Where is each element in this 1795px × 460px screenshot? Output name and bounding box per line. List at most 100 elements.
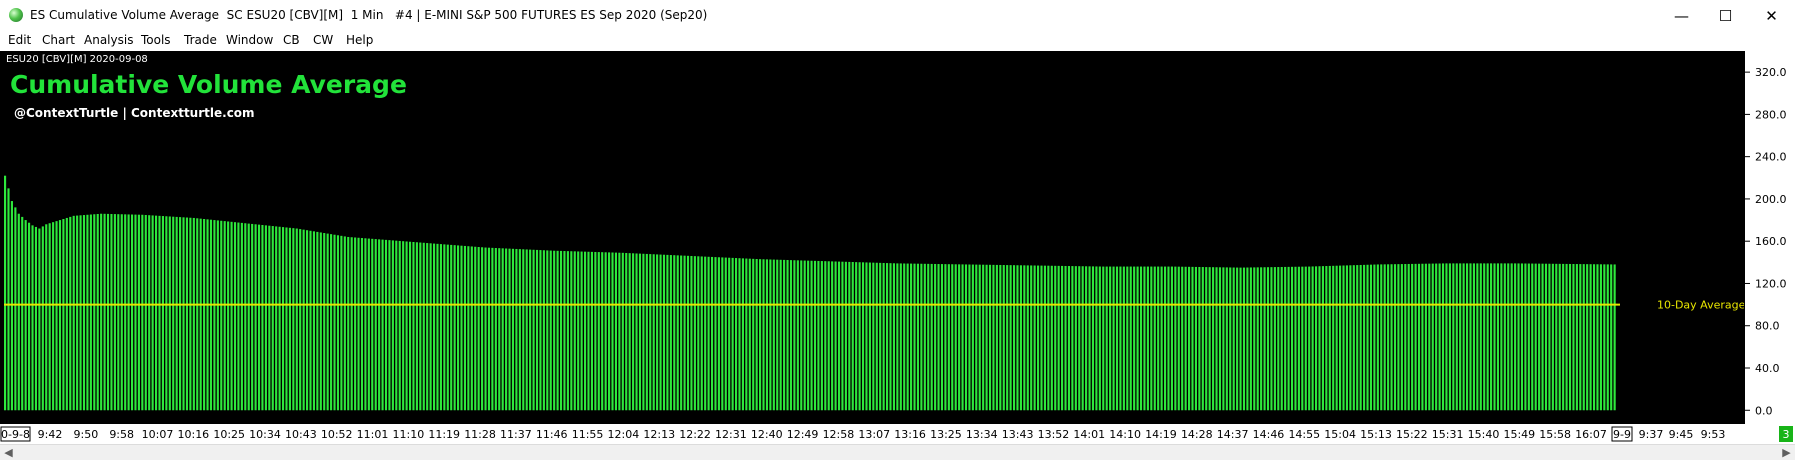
scroll-left-icon[interactable]: ◀ bbox=[0, 445, 17, 460]
volume-bar bbox=[76, 215, 79, 411]
volume-bar bbox=[844, 261, 847, 411]
volume-bar bbox=[765, 259, 769, 411]
volume-bar bbox=[886, 263, 889, 411]
volume-bar bbox=[113, 214, 116, 411]
volume-bar bbox=[1500, 263, 1503, 411]
volume-bar bbox=[542, 250, 545, 411]
chart-region[interactable]: ESU20 [CBV][M] 2020-09-08 Cumulative Vol… bbox=[0, 51, 1746, 424]
volume-bar bbox=[1109, 266, 1112, 411]
volume-bar bbox=[1215, 267, 1218, 411]
volume-bar bbox=[453, 245, 456, 411]
volume-bar bbox=[621, 252, 624, 411]
volume-bar bbox=[1229, 267, 1232, 411]
time-tick-label: 14:28 bbox=[1181, 428, 1213, 441]
volume-bar bbox=[7, 188, 10, 411]
volume-bar bbox=[1270, 267, 1273, 411]
volume-bar bbox=[281, 227, 285, 411]
volume-bar bbox=[577, 251, 580, 411]
time-scale[interactable]: 0-9-8 9:42 9:50 9:58 10:07 10:16 10:25 10:34 10:… bbox=[0, 424, 1795, 444]
volume-bar bbox=[522, 249, 525, 411]
volume-bar bbox=[930, 263, 933, 411]
volume-bar bbox=[1397, 264, 1400, 411]
volume-bar bbox=[1163, 266, 1167, 411]
volume-bar bbox=[690, 255, 693, 411]
volume-bar bbox=[1503, 263, 1506, 411]
volume-bar bbox=[1167, 266, 1170, 411]
volume-bar bbox=[209, 219, 213, 411]
menu-bar: Edit Chart Analysis Tools Trade Window C… bbox=[0, 31, 1795, 51]
volume-bar bbox=[1242, 267, 1246, 411]
volume-bar bbox=[927, 263, 930, 411]
menu-tools[interactable]: Tools bbox=[141, 33, 171, 47]
volume-bar bbox=[697, 256, 700, 411]
scroll-right-icon[interactable]: ▶ bbox=[1778, 445, 1795, 460]
volume-bar bbox=[237, 222, 240, 411]
volume-bar bbox=[1054, 265, 1057, 411]
time-tick-label: 15:13 bbox=[1360, 428, 1392, 441]
volume-bar bbox=[165, 216, 168, 411]
volume-bar bbox=[721, 257, 724, 411]
volume-bar bbox=[1170, 266, 1173, 411]
volume-bar bbox=[1462, 263, 1465, 411]
volume-bar bbox=[323, 233, 326, 411]
volume-bar bbox=[666, 254, 669, 411]
volume-bar bbox=[326, 233, 329, 411]
menu-analysis[interactable]: Analysis bbox=[84, 33, 133, 47]
volume-bar bbox=[800, 260, 803, 411]
menu-trade[interactable]: Trade bbox=[184, 33, 217, 47]
volume-bar bbox=[1191, 266, 1194, 411]
volume-bar bbox=[72, 215, 75, 411]
chart-canvas[interactable]: ESU20 [CBV][M] 2020-09-08 Cumulative Vol… bbox=[0, 51, 1746, 424]
time-tick-label: 9:53 bbox=[1701, 428, 1726, 441]
volume-bar bbox=[724, 257, 727, 411]
horizontal-scrollbar[interactable]: ◀ ▶ bbox=[0, 444, 1795, 460]
volume-bar bbox=[1527, 263, 1530, 411]
volume-bar bbox=[1314, 266, 1318, 411]
menu-cb[interactable]: CB bbox=[283, 33, 300, 47]
time-tick-label: 9:37 bbox=[1639, 428, 1664, 441]
window-title-bar: ES Cumulative Volume Average SC ESU20 [C… bbox=[0, 0, 1795, 31]
price-scale[interactable]: 320.0 280.0 240.0 200.0 160.0 120.0 80.0 40.0 0.… bbox=[1744, 51, 1795, 424]
volume-bar bbox=[1061, 265, 1064, 411]
time-tick-label: 9:50 bbox=[73, 428, 98, 441]
volume-bar bbox=[477, 247, 480, 411]
close-button[interactable]: ✕ bbox=[1749, 0, 1794, 31]
volume-bar bbox=[278, 226, 281, 411]
volume-bar bbox=[728, 257, 731, 411]
maximize-button[interactable]: ☐ bbox=[1703, 0, 1748, 31]
volume-bar bbox=[834, 261, 837, 411]
volume-bar bbox=[1455, 263, 1458, 411]
minimize-button[interactable]: — bbox=[1659, 0, 1704, 31]
volume-bar bbox=[62, 219, 65, 411]
volume-bar bbox=[288, 227, 291, 411]
volume-bar bbox=[1019, 265, 1022, 411]
volume-bar bbox=[604, 252, 607, 411]
volume-bar bbox=[680, 255, 683, 411]
menu-edit[interactable]: Edit bbox=[8, 33, 31, 47]
volume-bar bbox=[827, 261, 830, 411]
minimize-icon: — bbox=[1674, 6, 1689, 25]
volume-bar bbox=[1342, 265, 1345, 411]
volume-bar bbox=[230, 221, 233, 411]
volume-bar bbox=[1493, 263, 1496, 411]
menu-cw[interactable]: CW bbox=[313, 33, 333, 47]
volume-bar bbox=[316, 231, 319, 411]
menu-chart[interactable]: Chart bbox=[42, 33, 75, 47]
volume-bar bbox=[1424, 263, 1427, 411]
volume-bar bbox=[1524, 263, 1527, 411]
volume-bar bbox=[1411, 263, 1414, 411]
volume-bar bbox=[1562, 263, 1565, 411]
volume-bar bbox=[436, 243, 439, 411]
price-scale-canvas: 320.0 280.0 240.0 200.0 160.0 120.0 80.0 40.0 0.… bbox=[1745, 66, 1787, 417]
volume-bar bbox=[762, 259, 765, 411]
menu-help[interactable]: Help bbox=[346, 33, 373, 47]
volume-bar bbox=[52, 222, 55, 411]
price-tick-label: 40.0 bbox=[1755, 362, 1780, 375]
volume-bar bbox=[1466, 263, 1469, 411]
volume-bar bbox=[1184, 266, 1187, 411]
volume-bar bbox=[1325, 266, 1328, 411]
volume-bar bbox=[583, 251, 587, 411]
volume-bar bbox=[772, 259, 775, 411]
volume-bar bbox=[144, 214, 147, 411]
menu-window[interactable]: Window bbox=[226, 33, 273, 47]
